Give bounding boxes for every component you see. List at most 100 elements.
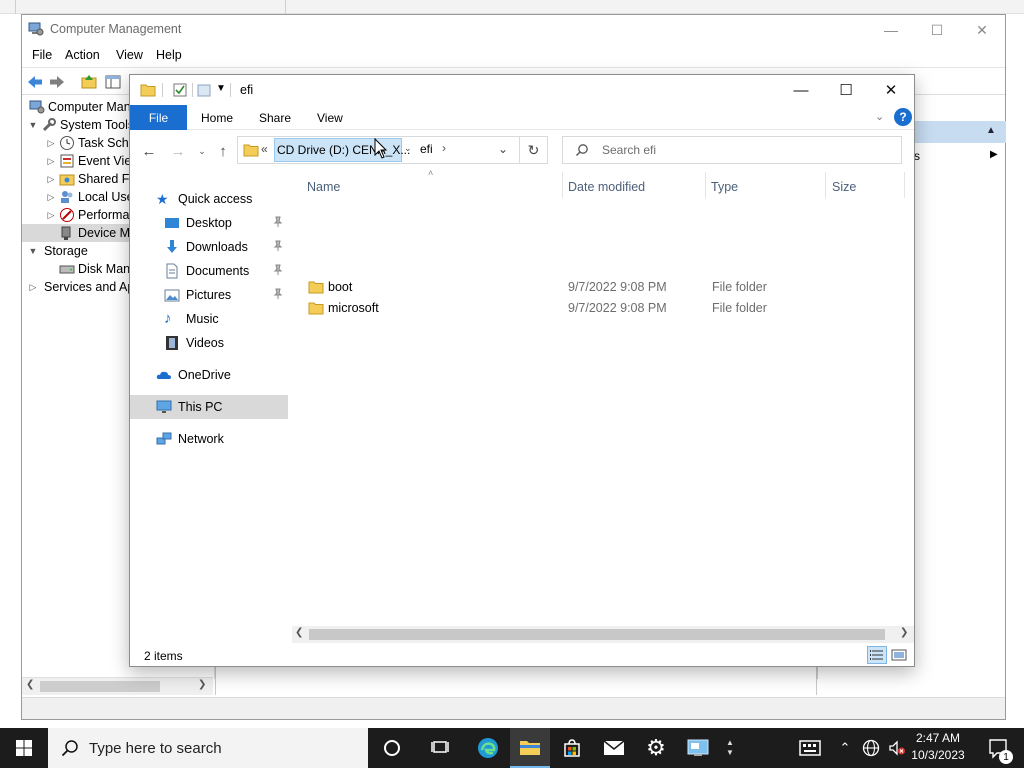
- expand-ribbon-icon[interactable]: ⌄: [875, 110, 884, 123]
- nav-desktop[interactable]: Desktop: [130, 211, 288, 235]
- scroll-thumb[interactable]: [309, 629, 885, 640]
- column-header-date-modified[interactable]: Date modified: [568, 176, 645, 198]
- chevron-right-icon[interactable]: ▷: [46, 156, 56, 167]
- up-folder-icon[interactable]: [80, 73, 98, 91]
- computer-management-taskbar-button[interactable]: [678, 728, 718, 768]
- forward-button[interactable]: →: [168, 141, 188, 161]
- help-icon[interactable]: ?: [894, 108, 912, 126]
- column-divider[interactable]: [904, 172, 905, 198]
- chevron-down-icon[interactable]: ▼: [28, 120, 38, 130]
- qat-dropdown-icon[interactable]: ▼: [216, 83, 226, 94]
- store-button[interactable]: [552, 728, 592, 768]
- column-header-size[interactable]: Size: [832, 176, 856, 198]
- clock-button[interactable]: 2:47 AM 10/3/2023: [908, 731, 968, 767]
- chevron-right-icon[interactable]: ▷: [46, 174, 56, 185]
- cm-maximize-button[interactable]: ☐: [914, 15, 960, 45]
- breadcrumb-chevron-right-icon[interactable]: ›: [442, 141, 446, 155]
- show-hidden-icons-chevron-icon[interactable]: ⌃: [832, 728, 858, 768]
- menu-view[interactable]: View: [116, 48, 143, 62]
- edge-button[interactable]: [468, 728, 508, 768]
- nav-downloads[interactable]: Downloads: [130, 235, 288, 259]
- back-button[interactable]: ←: [139, 141, 159, 161]
- tab-view[interactable]: View: [303, 105, 357, 130]
- refresh-button[interactable]: ↻: [520, 136, 548, 164]
- chevron-right-icon[interactable]: ▷: [28, 282, 38, 293]
- up-button[interactable]: ↑: [213, 141, 233, 161]
- cm-minimize-button[interactable]: —: [868, 15, 914, 45]
- nav-quick-access[interactable]: ★ Quick access: [130, 187, 288, 211]
- cortana-button[interactable]: [372, 728, 412, 768]
- breadcrumb-efi[interactable]: efi: [420, 142, 433, 156]
- ribbon-tabs: File Home Share View ⌄ ?: [130, 105, 914, 130]
- nav-music[interactable]: ♪ Music: [130, 307, 288, 331]
- cm-tree-scrollbar[interactable]: ❮ ❯: [22, 677, 213, 695]
- file-row[interactable]: boot 9/7/2022 9:08 PM File folder: [304, 277, 904, 298]
- event-viewer-icon: [60, 154, 74, 168]
- forward-arrow-icon[interactable]: [48, 73, 66, 91]
- search-box[interactable]: Search efi: [562, 136, 902, 164]
- nav-videos[interactable]: Videos: [130, 331, 288, 355]
- chevron-down-icon[interactable]: ▼: [28, 246, 38, 256]
- explorer-maximize-button[interactable]: ☐: [823, 75, 869, 105]
- menu-action[interactable]: Action: [65, 48, 100, 62]
- scroll-right-icon[interactable]: ❯: [900, 627, 908, 638]
- menu-file[interactable]: File: [32, 48, 52, 62]
- nav-this-pc[interactable]: This PC: [130, 395, 288, 419]
- task-manager-tray-button[interactable]: [790, 728, 830, 768]
- column-header-name[interactable]: Name: [307, 176, 340, 198]
- file-row[interactable]: microsoft 9/7/2022 9:08 PM File folder: [304, 298, 904, 319]
- network-status-button[interactable]: [858, 728, 884, 768]
- details-view-icon[interactable]: [867, 646, 887, 664]
- breadcrumb-overflow[interactable]: «: [261, 142, 268, 156]
- address-bar[interactable]: « CD Drive (D:) CENA_X... ⌄ efi › ⌄: [237, 136, 520, 164]
- properties-check-icon[interactable]: [172, 82, 188, 98]
- volume-button[interactable]: [884, 728, 910, 768]
- column-divider[interactable]: [562, 172, 563, 198]
- large-icons-view-icon[interactable]: [891, 647, 907, 663]
- task-view-button[interactable]: [420, 728, 460, 768]
- file-date: 9/7/2022 9:08 PM: [568, 301, 667, 315]
- action-center-button[interactable]: 1: [978, 728, 1018, 768]
- tab-share[interactable]: Share: [245, 105, 305, 130]
- more-actions-arrow-icon[interactable]: ▶: [990, 149, 998, 160]
- pin-icon[interactable]: [272, 264, 284, 276]
- menu-help[interactable]: Help: [156, 48, 182, 62]
- tab-file[interactable]: File: [130, 105, 187, 130]
- explorer-minimize-button[interactable]: —: [778, 75, 824, 105]
- file-explorer-button[interactable]: [510, 728, 550, 768]
- nav-documents[interactable]: Documents: [130, 259, 288, 283]
- tab-home[interactable]: Home: [187, 105, 247, 130]
- column-divider[interactable]: [705, 172, 706, 198]
- cm-close-button[interactable]: ✕: [959, 15, 1005, 45]
- column-divider[interactable]: [825, 172, 826, 198]
- chevron-right-icon[interactable]: ▷: [46, 138, 56, 149]
- back-arrow-icon[interactable]: [26, 73, 44, 91]
- explorer-close-button[interactable]: ✕: [868, 75, 914, 105]
- chevron-right-icon[interactable]: ▷: [46, 210, 56, 221]
- scroll-left-icon[interactable]: ❮: [26, 679, 34, 690]
- chevron-right-icon[interactable]: ▷: [46, 192, 56, 203]
- show-hide-tree-icon[interactable]: [104, 73, 122, 91]
- nav-onedrive[interactable]: OneDrive: [130, 363, 288, 387]
- new-folder-icon[interactable]: [196, 82, 212, 98]
- pin-icon[interactable]: [272, 216, 284, 228]
- file-list-scrollbar[interactable]: ❮ ❯: [292, 626, 914, 643]
- taskbar-scroll-icon[interactable]: ▲ ▼: [722, 728, 738, 768]
- recent-locations-icon[interactable]: ⌄: [192, 141, 212, 161]
- taskbar-search-box[interactable]: Type here to search: [48, 728, 368, 768]
- settings-button[interactable]: ⚙: [636, 728, 676, 768]
- scroll-right-icon[interactable]: ❯: [198, 679, 206, 690]
- nav-network[interactable]: Network: [130, 427, 288, 451]
- breadcrumb-chevron-icon[interactable]: ⌄: [404, 143, 412, 154]
- collapse-up-icon[interactable]: ▲: [986, 125, 996, 136]
- scroll-thumb[interactable]: [40, 681, 160, 692]
- mouse-cursor-icon: [374, 138, 388, 159]
- scroll-left-icon[interactable]: ❮: [295, 627, 303, 638]
- mail-button[interactable]: [594, 728, 634, 768]
- pin-icon[interactable]: [272, 288, 284, 300]
- address-dropdown-icon[interactable]: ⌄: [498, 142, 508, 156]
- column-header-type[interactable]: Type: [711, 176, 738, 198]
- nav-pictures[interactable]: Pictures: [130, 283, 288, 307]
- start-button[interactable]: [4, 728, 44, 768]
- pin-icon[interactable]: [272, 240, 284, 252]
